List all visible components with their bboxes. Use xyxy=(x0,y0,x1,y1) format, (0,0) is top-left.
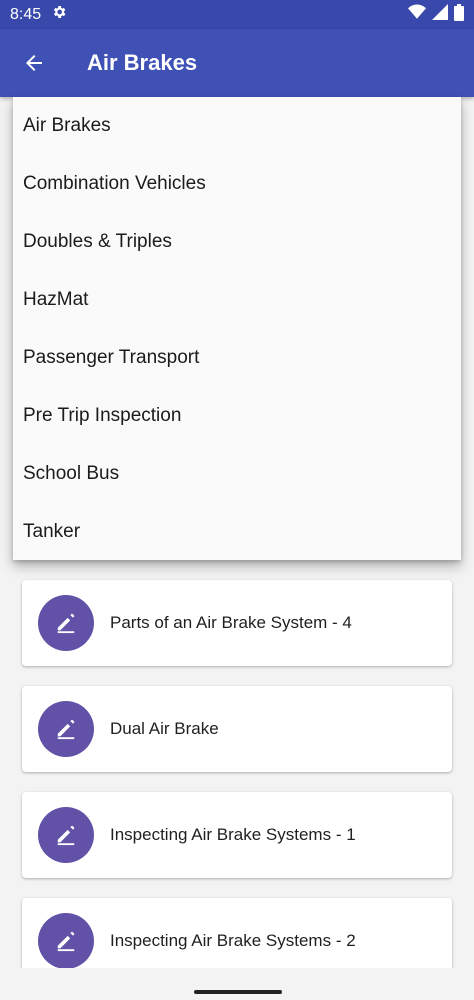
wifi-icon xyxy=(408,4,426,25)
edit-icon xyxy=(38,595,94,651)
list-item-label: Inspecting Air Brake Systems - 2 xyxy=(110,931,356,950)
arrow-back-icon xyxy=(26,55,42,71)
gear-icon xyxy=(51,4,67,25)
menu-item-tanker[interactable]: Tanker xyxy=(13,503,461,561)
page-title: Air Brakes xyxy=(87,50,198,75)
home-gesture-handle[interactable] xyxy=(194,990,282,994)
category-dropdown-menu: Air Brakes Combination Vehicles Doubles … xyxy=(13,97,461,560)
app-bar: Air Brakes xyxy=(0,29,474,97)
menu-item-air-brakes[interactable]: Air Brakes xyxy=(13,97,461,155)
menu-item-doubles-triples[interactable]: Doubles & Triples xyxy=(13,213,461,271)
edit-icon xyxy=(38,913,94,969)
system-nav-bar xyxy=(0,968,474,1000)
battery-icon xyxy=(454,3,464,26)
list-item-label: Dual Air Brake xyxy=(110,719,219,738)
back-button[interactable] xyxy=(0,29,68,97)
edit-icon xyxy=(38,701,94,757)
menu-item-combination-vehicles[interactable]: Combination Vehicles xyxy=(13,155,461,213)
list-item[interactable]: Inspecting Air Brake Systems - 1 xyxy=(22,792,452,878)
list-item[interactable]: Parts of an Air Brake System - 4 xyxy=(22,580,452,666)
edit-icon xyxy=(38,807,94,863)
menu-item-pre-trip-inspection[interactable]: Pre Trip Inspection xyxy=(13,387,461,445)
status-bar: 8:45 xyxy=(0,0,474,29)
list-item-label: Parts of an Air Brake System - 4 xyxy=(110,613,352,632)
list-item-label: Inspecting Air Brake Systems - 1 xyxy=(110,825,356,844)
menu-item-passenger-transport[interactable]: Passenger Transport xyxy=(13,329,461,387)
status-time: 8:45 xyxy=(10,5,42,23)
list-item[interactable]: Dual Air Brake xyxy=(22,686,452,772)
signal-icon xyxy=(432,4,448,25)
menu-item-school-bus[interactable]: School Bus xyxy=(13,445,461,503)
menu-item-hazmat[interactable]: HazMat xyxy=(13,271,461,329)
